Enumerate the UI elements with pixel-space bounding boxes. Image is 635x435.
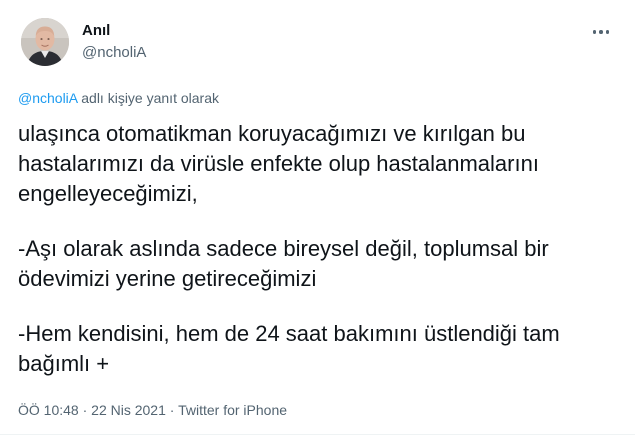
meta-separator: ·: [165, 402, 179, 418]
reply-context-text: adlı kişiye yanıt olarak: [77, 90, 219, 106]
tweet-card: Anıl @ncholiA @ncholiA adlı kişiye yanıt…: [0, 0, 635, 435]
tweet-source-link[interactable]: Twitter for iPhone: [178, 402, 287, 418]
dot: [605, 30, 610, 34]
more-horizontal-icon[interactable]: [589, 22, 613, 42]
reply-mention-link[interactable]: @ncholiA: [18, 90, 77, 106]
reply-context: @ncholiA adlı kişiye yanıt olarak: [18, 90, 219, 106]
tweet-paragraph: -Aşı olarak aslında sadece bireysel deği…: [18, 236, 549, 291]
tweet-paragraph: -Hem kendisini, hem de 24 saat bakımını …: [18, 321, 560, 376]
tweet-timestamp-time[interactable]: ÖÖ 10:48: [18, 402, 79, 418]
author-name[interactable]: Anıl: [82, 22, 110, 39]
avatar[interactable]: [21, 18, 69, 66]
tweet-timestamp-date[interactable]: 22 Nis 2021: [91, 402, 166, 418]
tweet-text: ulaşınca otomatikman koruyacağımızı ve k…: [18, 119, 618, 379]
author-handle[interactable]: @ncholiA: [82, 44, 146, 61]
dot: [592, 30, 597, 34]
dot: [599, 30, 603, 34]
tweet-paragraph: ulaşınca otomatikman koruyacağımızı ve k…: [18, 121, 539, 206]
meta-separator: ·: [78, 402, 92, 418]
tweet-metadata: ÖÖ 10:48 · 22 Nis 2021 · Twitter for iPh…: [18, 402, 287, 418]
